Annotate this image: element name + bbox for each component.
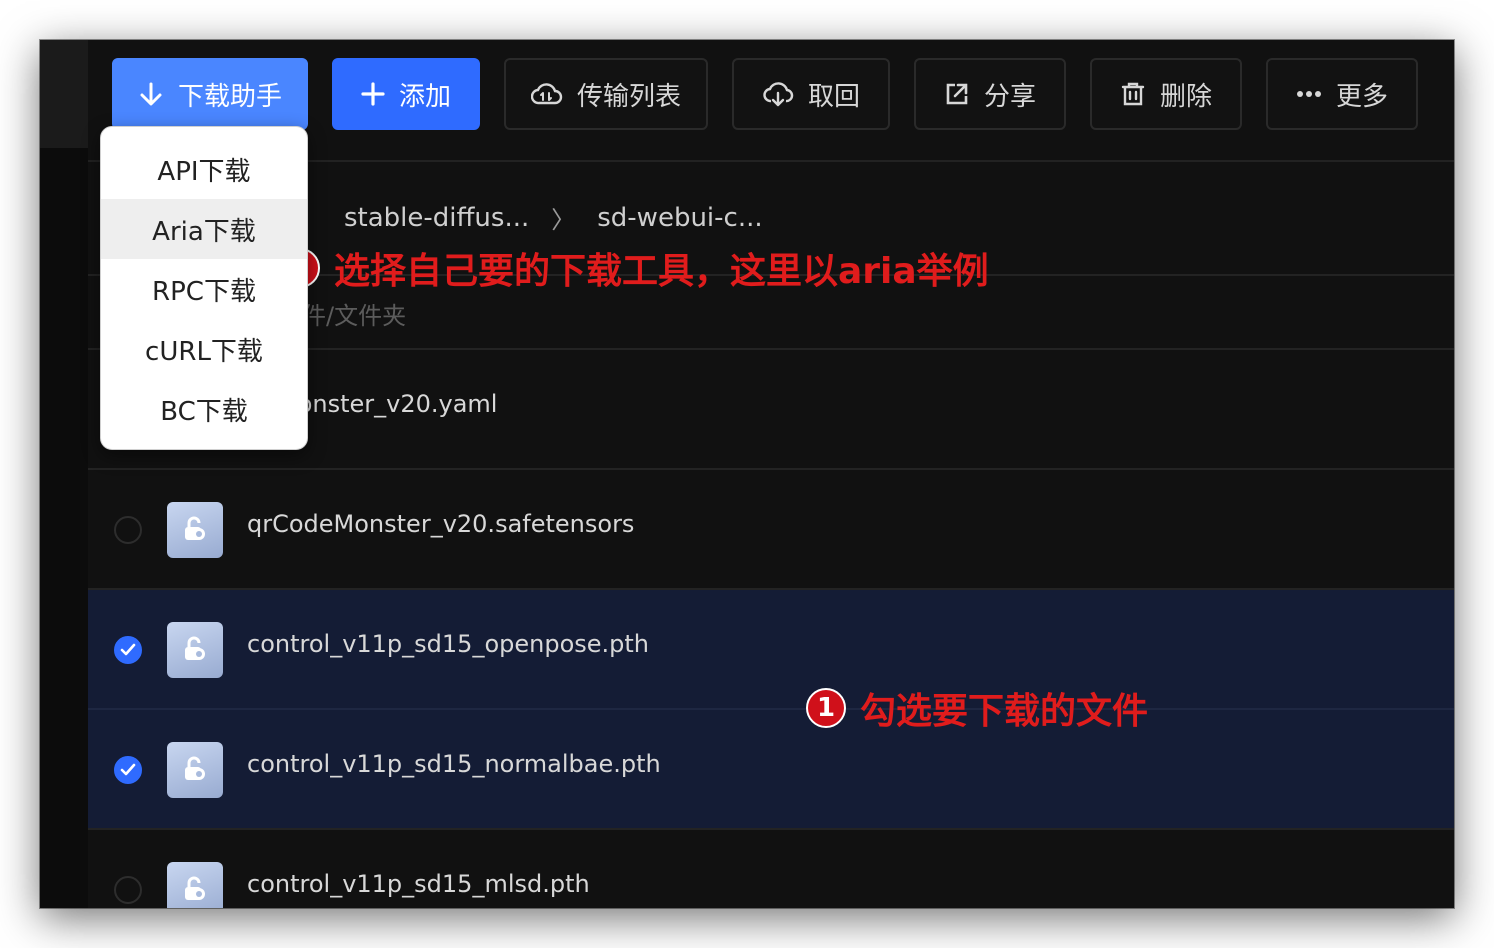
plus-icon xyxy=(361,82,385,106)
left-sidebar-strip xyxy=(40,40,88,908)
row-checkbox[interactable] xyxy=(114,876,142,904)
delete-label: 删除 xyxy=(1159,81,1212,112)
file-name[interactable]: control_v11p_sd15_openpose.pth xyxy=(247,630,649,658)
retrieve-label: 取回 xyxy=(807,81,860,112)
menu-item-rpc-download[interactable]: RPC下载 xyxy=(101,259,307,319)
share-button[interactable]: 分享 xyxy=(914,58,1066,130)
more-label: 更多 xyxy=(1335,81,1388,112)
trash-icon xyxy=(1121,82,1145,106)
add-button[interactable]: 添加 xyxy=(332,58,480,130)
share-label: 分享 xyxy=(983,81,1036,112)
breadcrumb: 〉 stable-diffus... 〉 sd-webui-c... xyxy=(298,200,763,235)
breadcrumb-separator-icon: 〉 xyxy=(551,206,576,234)
share-icon xyxy=(946,83,968,105)
annotation-step-2: 2 选择自己要的下载工具，这里以aria举例 xyxy=(280,242,989,294)
table-row[interactable]: control_v11p_sd15_openpose.pth xyxy=(88,590,1454,710)
row-checkbox[interactable] xyxy=(114,516,142,544)
row-checkbox[interactable] xyxy=(114,756,142,784)
breadcrumb-item[interactable]: stable-diffus... xyxy=(344,203,529,233)
more-button[interactable]: 更多 xyxy=(1266,58,1418,130)
column-hint-text: 件/文件夹 xyxy=(302,302,407,330)
breadcrumb-item[interactable]: sd-webui-c... xyxy=(597,203,762,233)
ellipsis-icon xyxy=(1296,91,1321,97)
menu-item-api-download[interactable]: API下载 xyxy=(101,139,307,199)
file-name[interactable]: control_v11p_sd15_mlsd.pth xyxy=(247,870,590,898)
delete-button[interactable]: 删除 xyxy=(1090,58,1242,130)
retrieve-button[interactable]: 取回 xyxy=(732,58,890,130)
menu-item-curl-download[interactable]: cURL下载 xyxy=(101,319,307,379)
transfer-list-button[interactable]: 传输列表 xyxy=(504,58,708,130)
file-type-icon xyxy=(167,862,223,908)
cloud-download-icon xyxy=(763,82,794,107)
transfer-list-label: 传输列表 xyxy=(576,81,681,112)
arrow-down-icon xyxy=(140,82,162,106)
step-badge: 1 xyxy=(806,688,846,728)
file-type-icon xyxy=(167,742,223,798)
menu-item-bc-download[interactable]: BC下载 xyxy=(101,379,307,439)
annotation-text: 选择自己要的下载工具，这里以aria举例 xyxy=(334,251,989,292)
download-helper-button[interactable]: 下载助手 xyxy=(112,58,308,130)
check-icon xyxy=(120,643,136,656)
download-helper-label: 下载助手 xyxy=(177,81,282,112)
download-tool-dropdown: API下载 Aria下载 RPC下载 cURL下载 BC下载 xyxy=(100,126,308,450)
add-label: 添加 xyxy=(398,81,451,112)
table-row[interactable]: control_v11p_sd15_mlsd.pth xyxy=(88,830,1454,908)
cloud-transfer-icon xyxy=(530,83,563,105)
menu-item-aria-download[interactable]: Aria下载 xyxy=(101,199,307,259)
table-row[interactable]: qrCodeMonster_v20.safetensors xyxy=(88,470,1454,590)
file-type-icon xyxy=(167,502,223,558)
table-row[interactable]: control_v11p_sd15_normalbae.pth xyxy=(88,710,1454,830)
check-icon xyxy=(120,763,136,776)
file-name[interactable]: control_v11p_sd15_normalbae.pth xyxy=(247,750,661,778)
file-name[interactable]: qrCodeMonster_v20.safetensors xyxy=(247,510,634,538)
row-checkbox[interactable] xyxy=(114,636,142,664)
file-type-icon xyxy=(167,622,223,678)
annotation-text: 勾选要下载的文件 xyxy=(860,691,1149,732)
annotation-step-1: 1 勾选要下载的文件 xyxy=(806,682,1148,734)
